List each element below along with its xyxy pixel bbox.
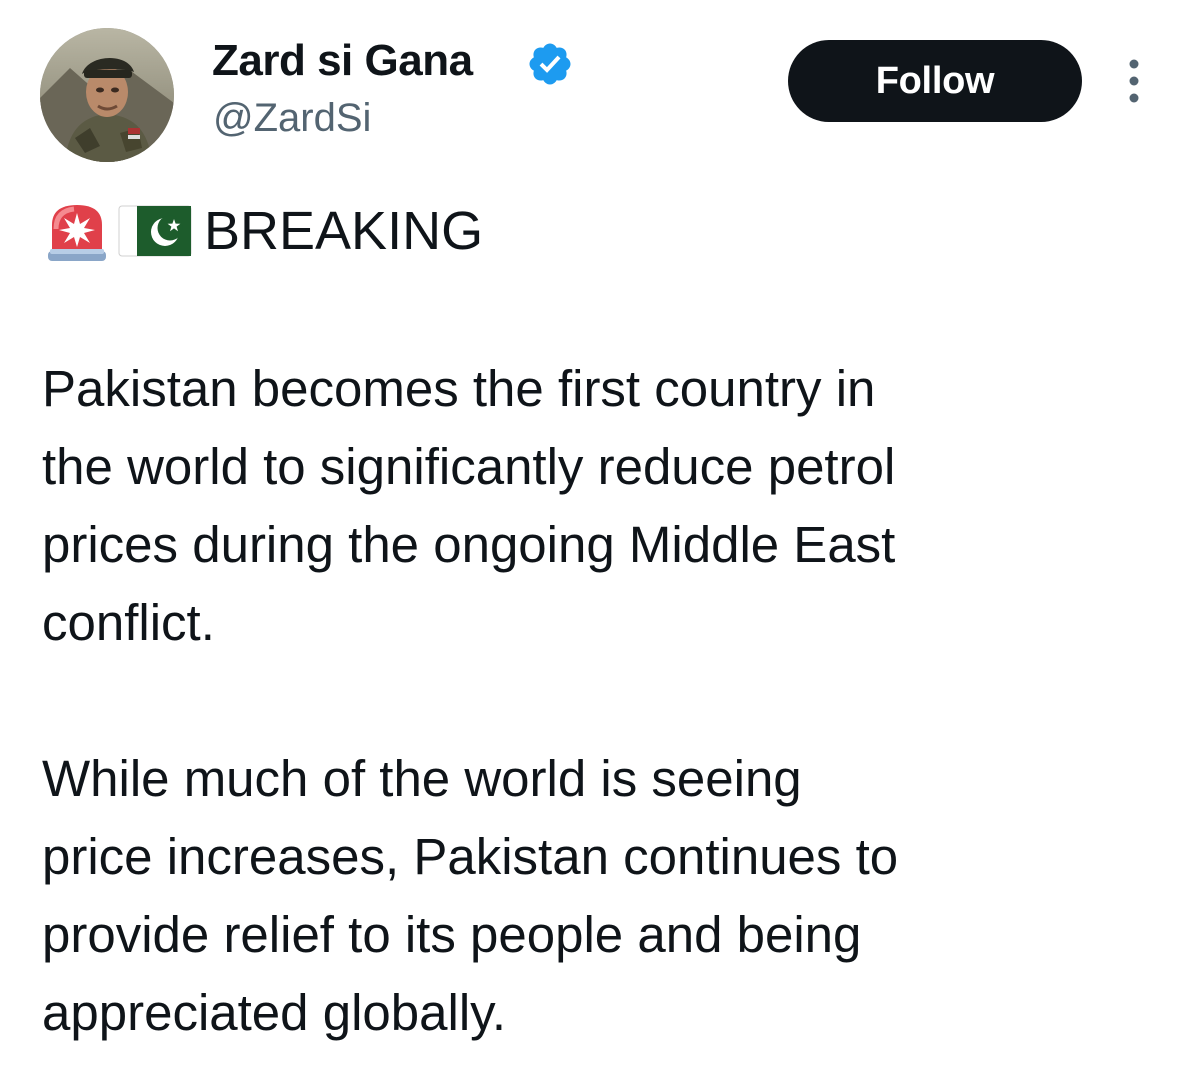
- follow-button[interactable]: Follow: [788, 40, 1082, 122]
- text-line: the world to significantly reduce petrol: [42, 438, 896, 495]
- tweet-header: Zard si Gana @ZardSi Follow: [0, 0, 1200, 180]
- text-line: prices during the ongoing Middle East: [42, 516, 896, 573]
- siren-icon: [48, 205, 106, 261]
- verified-badge-icon: [529, 43, 571, 85]
- text-line: provide relief to its people and being: [42, 906, 862, 963]
- breaking-headline-row: BREAKING: [44, 196, 483, 266]
- tweet-paragraph: Pakistan becomes the first country in th…: [42, 350, 1162, 662]
- avatar[interactable]: [40, 28, 174, 162]
- headline-text: BREAKING: [204, 201, 484, 261]
- tweet-paragraph: While much of the world is seeing price …: [42, 740, 1162, 1052]
- text-line: price increases, Pakistan continues to: [42, 828, 899, 885]
- text-line: appreciated globally.: [42, 984, 507, 1041]
- text-line: While much of the world is seeing: [42, 750, 802, 807]
- text-line: Pakistan becomes the first country in: [42, 360, 876, 417]
- pakistan-flag-icon: [118, 205, 192, 257]
- display-name[interactable]: Zard si Gana: [212, 36, 473, 86]
- handle[interactable]: @ZardSi: [213, 96, 371, 141]
- tweet-text: Pakistan becomes the first country in th…: [42, 350, 1162, 1052]
- text-line: conflict.: [42, 594, 215, 651]
- more-vertical-icon[interactable]: [1124, 58, 1144, 104]
